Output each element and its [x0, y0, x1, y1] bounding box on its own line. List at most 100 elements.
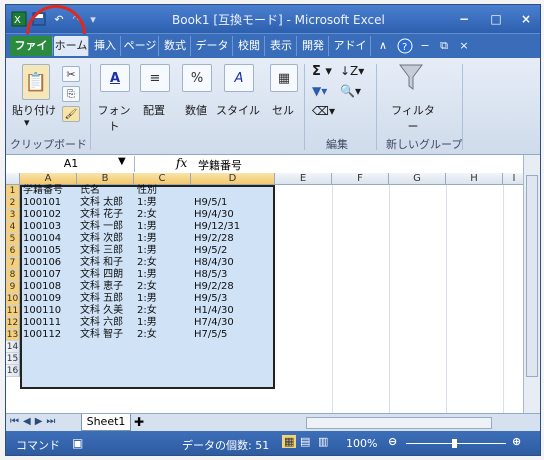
- cells-icon[interactable]: ▦: [270, 64, 298, 92]
- font-button[interactable]: フォント: [94, 102, 134, 134]
- cell[interactable]: H8/5/3: [193, 269, 227, 281]
- cell[interactable]: [22, 341, 23, 353]
- cell[interactable]: 100108: [22, 281, 61, 293]
- cell[interactable]: H9/5/1: [193, 197, 227, 209]
- scroll-thumb[interactable]: [526, 175, 538, 377]
- column-header[interactable]: B: [77, 173, 134, 185]
- row-header[interactable]: 3: [6, 209, 20, 221]
- cell[interactable]: 文科 太郎: [79, 197, 123, 209]
- close-button[interactable]: ×: [516, 11, 536, 27]
- row-header[interactable]: 11: [6, 305, 20, 317]
- cell[interactable]: [22, 353, 23, 365]
- autosum-icon[interactable]: Σ ▾: [312, 64, 332, 79]
- row-header[interactable]: 15: [6, 353, 20, 365]
- row-header[interactable]: 10: [6, 293, 20, 305]
- tab-review[interactable]: 校閲: [234, 36, 265, 56]
- cell[interactable]: 文科 和子: [79, 257, 123, 269]
- cell[interactable]: [193, 341, 194, 353]
- cell[interactable]: 100103: [22, 221, 61, 233]
- cell[interactable]: H7/4/30: [193, 317, 234, 329]
- cell[interactable]: H7/5/5: [193, 329, 227, 341]
- row-header[interactable]: 7: [6, 257, 20, 269]
- cell[interactable]: 文科 四朗: [79, 269, 123, 281]
- sort-icon[interactable]: ↓Z▾: [340, 64, 364, 78]
- row-header[interactable]: 9: [6, 281, 20, 293]
- style-icon[interactable]: A: [224, 64, 254, 92]
- row-header[interactable]: 1: [6, 185, 20, 197]
- cell[interactable]: H9/2/28: [193, 233, 234, 245]
- cut-icon[interactable]: ✂: [62, 66, 80, 82]
- cell[interactable]: 1:男: [136, 293, 157, 305]
- cell[interactable]: 100109: [22, 293, 61, 305]
- tab-addins[interactable]: アドイン: [330, 36, 371, 72]
- tab-file[interactable]: ファイル: [10, 36, 53, 72]
- excel-logo-icon[interactable]: X: [10, 10, 28, 28]
- minimize-button[interactable]: −: [454, 11, 474, 27]
- cell[interactable]: 学籍番号: [22, 185, 63, 197]
- tab-home[interactable]: ホーム: [54, 36, 89, 56]
- cell[interactable]: 1:男: [136, 197, 157, 209]
- cell[interactable]: 100101: [22, 197, 61, 209]
- cell[interactable]: 文科 次郎: [79, 233, 123, 245]
- column-header[interactable]: E: [275, 173, 332, 185]
- row-header[interactable]: 6: [6, 245, 20, 257]
- macro-record-icon[interactable]: ▣: [72, 436, 83, 450]
- column-header[interactable]: A: [20, 173, 77, 185]
- cell[interactable]: [136, 353, 137, 365]
- cell[interactable]: 文科 花子: [79, 209, 123, 221]
- cell[interactable]: 1:男: [136, 269, 157, 281]
- cell[interactable]: 100105: [22, 245, 61, 257]
- copy-icon[interactable]: ⎘: [62, 86, 80, 102]
- row-header[interactable]: 14: [6, 341, 20, 353]
- cell[interactable]: H8/4/30: [193, 257, 234, 269]
- zoom-slider-thumb[interactable]: [452, 439, 457, 448]
- customize-quick-access-icon[interactable]: ▾: [84, 10, 102, 28]
- cell[interactable]: H9/12/31: [193, 221, 240, 233]
- cell[interactable]: 文科 恵子: [79, 281, 123, 293]
- tab-page[interactable]: ページ: [122, 36, 159, 56]
- formula-input[interactable]: 学籍番号: [198, 157, 242, 173]
- row-header[interactable]: 8: [6, 269, 20, 281]
- column-header[interactable]: D: [191, 173, 275, 185]
- clear-icon[interactable]: ⌫▾: [312, 104, 335, 118]
- cell[interactable]: 1:男: [136, 233, 157, 245]
- zoom-out-icon[interactable]: ⊖: [388, 435, 397, 448]
- cell[interactable]: [79, 365, 80, 377]
- sheet-nav-icon[interactable]: ⏮◀▶⏭: [10, 416, 59, 427]
- insert-sheet-icon[interactable]: ✚: [134, 415, 144, 429]
- tab-formulas[interactable]: 数式: [160, 36, 191, 56]
- filter-icon[interactable]: [398, 62, 424, 95]
- doc-close-icon[interactable]: ×: [456, 36, 472, 56]
- row-header[interactable]: 2: [6, 197, 20, 209]
- cell[interactable]: [193, 185, 194, 197]
- alignment-button[interactable]: 配置: [134, 102, 174, 118]
- help-icon[interactable]: ?: [396, 36, 414, 56]
- row-header[interactable]: 12: [6, 317, 20, 329]
- cell[interactable]: 氏名: [79, 185, 100, 197]
- paste-dropdown-icon[interactable]: ▾: [24, 116, 30, 129]
- horizontal-scrollbar[interactable]: [306, 417, 492, 429]
- cell[interactable]: 性別: [136, 185, 157, 197]
- align-icon[interactable]: ≡: [140, 64, 170, 92]
- font-icon[interactable]: A: [100, 64, 130, 92]
- cell[interactable]: 100106: [22, 257, 61, 269]
- cell[interactable]: 100107: [22, 269, 61, 281]
- format-painter-icon[interactable]: 🖌: [62, 106, 80, 122]
- filter-button[interactable]: フィルター: [388, 102, 438, 134]
- page-layout-icon[interactable]: ▤: [300, 435, 310, 448]
- cell[interactable]: 文科 三郎: [79, 245, 123, 257]
- paste-button[interactable]: 貼り付け: [12, 102, 56, 118]
- ribbon-collapse-icon[interactable]: ∧: [374, 36, 392, 56]
- tab-view[interactable]: 表示: [266, 36, 297, 56]
- cell[interactable]: H9/5/3: [193, 293, 227, 305]
- cell[interactable]: 文科 五郎: [79, 293, 123, 305]
- cell[interactable]: 文科 智子: [79, 329, 123, 341]
- row-header[interactable]: 16: [6, 365, 20, 377]
- row-header[interactable]: 5: [6, 233, 20, 245]
- doc-minimize-icon[interactable]: −: [418, 36, 432, 56]
- row-header[interactable]: 13: [6, 329, 20, 341]
- cell[interactable]: 2:女: [136, 257, 157, 269]
- cell[interactable]: H9/2/28: [193, 281, 234, 293]
- column-header[interactable]: G: [389, 173, 446, 185]
- paste-icon[interactable]: 📋: [22, 64, 50, 100]
